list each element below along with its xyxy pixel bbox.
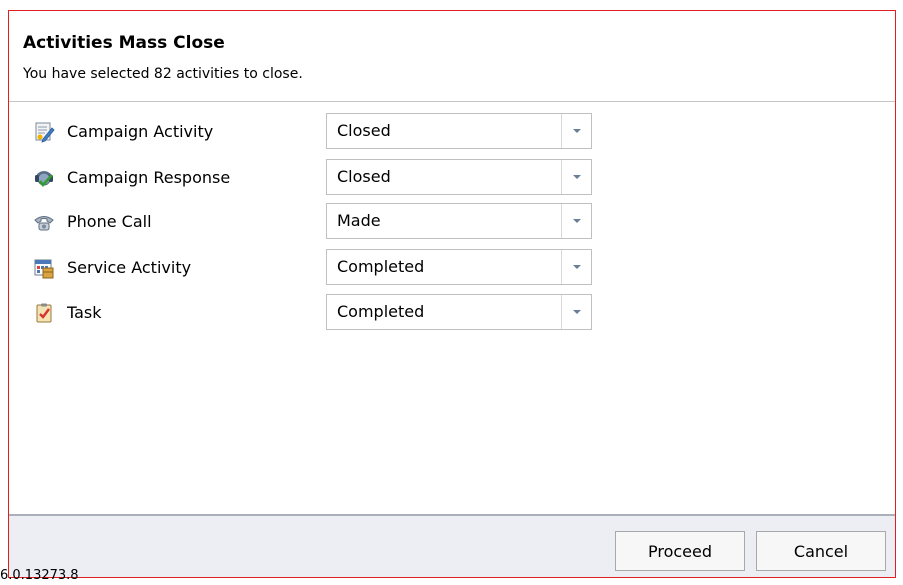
proceed-button[interactable]: Proceed — [615, 531, 745, 571]
phone-call-status-select[interactable]: Made — [326, 203, 592, 239]
row-label: Service Activity — [67, 258, 192, 277]
chevron-down-icon — [573, 265, 581, 269]
select-value: Completed — [337, 257, 425, 276]
task-icon — [36, 303, 52, 323]
phone-call-icon — [34, 216, 54, 231]
dialog-header: Activities Mass Close You have selected … — [9, 11, 895, 102]
select-value: Closed — [337, 121, 391, 140]
chevron-down-icon — [573, 219, 581, 223]
select-value: Closed — [337, 167, 391, 186]
service-activity-status-select[interactable]: Completed — [326, 249, 592, 285]
cancel-button[interactable]: Cancel — [756, 531, 886, 571]
dropdown-button[interactable] — [561, 114, 591, 148]
dropdown-button[interactable] — [561, 204, 591, 238]
campaign-activity-status-select[interactable]: Closed — [326, 113, 592, 149]
select-value: Made — [337, 211, 381, 230]
task-status-select[interactable]: Completed — [326, 294, 592, 330]
dialog-footer: Proceed Cancel — [9, 514, 895, 577]
mass-close-dialog: Activities Mass Close You have selected … — [8, 10, 896, 578]
campaign-response-status-select[interactable]: Closed — [326, 159, 592, 195]
service-activity-icon — [34, 259, 54, 279]
activity-row-task: Task Completed — [9, 294, 895, 332]
chevron-down-icon — [573, 129, 581, 133]
row-label: Campaign Response — [67, 168, 231, 187]
activity-row-phone-call: Phone Call Made — [9, 203, 895, 241]
chevron-down-icon — [573, 175, 581, 179]
dropdown-button[interactable] — [561, 295, 591, 329]
row-label: Campaign Activity — [67, 122, 214, 141]
version-label: 6.0.13273.8 — [0, 568, 79, 583]
activity-row-service-activity: Service Activity Completed — [9, 249, 895, 287]
campaign-response-icon — [35, 171, 53, 188]
chevron-down-icon — [573, 310, 581, 314]
dropdown-button[interactable] — [561, 160, 591, 194]
dialog-subtitle: You have selected 82 activities to close… — [23, 66, 303, 82]
activity-row-campaign-activity: Campaign Activity Closed — [9, 113, 895, 151]
activity-row-campaign-response: Campaign Response Closed — [9, 159, 895, 197]
dropdown-button[interactable] — [561, 250, 591, 284]
select-value: Completed — [337, 302, 425, 321]
campaign-activity-icon — [35, 122, 55, 143]
dialog-title: Activities Mass Close — [23, 33, 225, 53]
row-label: Task — [67, 303, 102, 322]
row-label: Phone Call — [67, 212, 152, 231]
